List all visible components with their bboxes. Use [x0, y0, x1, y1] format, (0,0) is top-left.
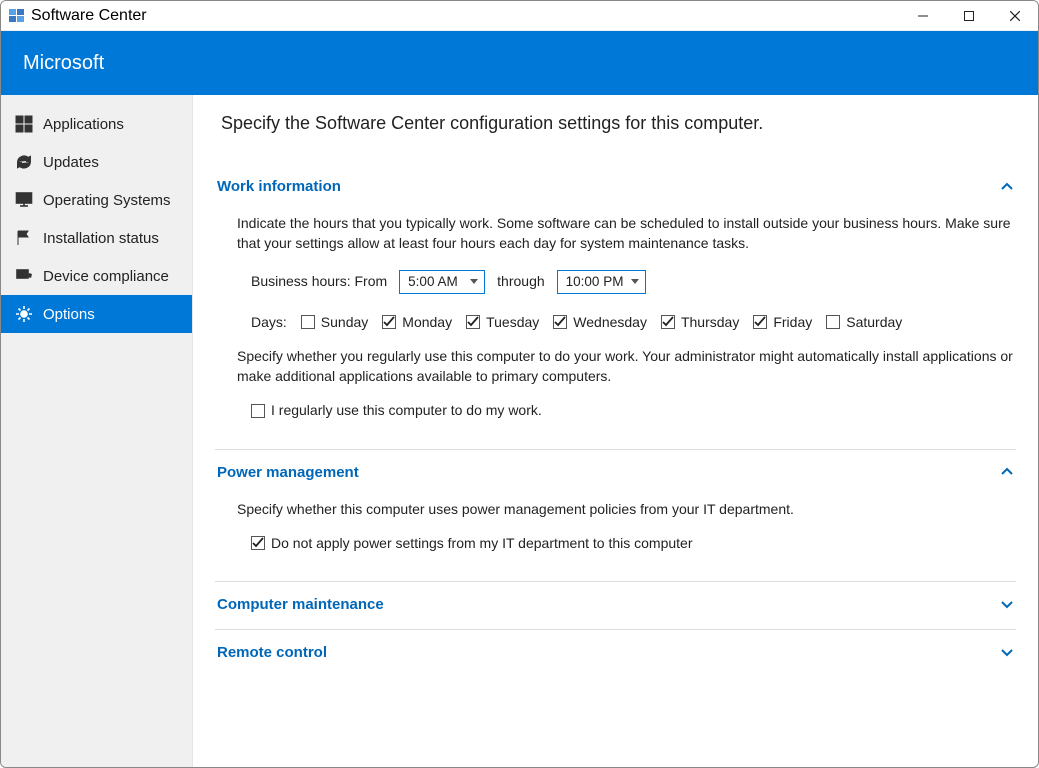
checkbox-box: [753, 315, 767, 329]
day-label: Saturday: [846, 312, 902, 332]
flag-icon: [15, 229, 33, 247]
brand-band: Microsoft: [1, 31, 1038, 95]
section-body: Indicate the hours that you typically wo…: [215, 199, 1016, 423]
sidebar-item-device-compliance[interactable]: Device compliance: [1, 257, 192, 295]
sidebar-item-installation-status[interactable]: Installation status: [1, 219, 192, 257]
section-work-information: Work information Indicate the hours that…: [215, 164, 1016, 449]
section-title: Work information: [217, 178, 341, 195]
day-checkbox-sunday[interactable]: Sunday: [301, 312, 368, 332]
section-power-management: Power management Specify whether this co…: [215, 449, 1016, 581]
to-value: 10:00 PM: [566, 272, 624, 292]
primary-intro-text: Specify whether you regularly use this c…: [237, 346, 1016, 387]
section-computer-maintenance: Computer maintenance: [215, 581, 1016, 629]
sidebar-item-options[interactable]: Options: [1, 295, 192, 333]
sidebar-item-label: Updates: [43, 154, 99, 171]
section-title: Remote control: [217, 644, 327, 661]
days-row: Days: Sunday Monday Tuesday Wednesday Thursd…: [251, 312, 1016, 332]
checkbox-box: [301, 315, 315, 329]
section-title: Power management: [217, 464, 359, 481]
refresh-icon: [15, 153, 33, 171]
day-label: Sunday: [321, 312, 368, 332]
app-logo-icon: [9, 8, 25, 24]
checkbox-label: Do not apply power settings from my IT d…: [271, 533, 692, 553]
sidebar-item-label: Operating Systems: [43, 192, 171, 209]
chevron-up-icon: [1000, 465, 1014, 479]
checkbox-box: [382, 315, 396, 329]
body: Applications Updates Operating Systems I…: [1, 95, 1038, 767]
org-name: Microsoft: [23, 52, 104, 75]
checkbox-box: [466, 315, 480, 329]
day-checkbox-friday[interactable]: Friday: [753, 312, 812, 332]
chevron-down-icon: [1000, 597, 1014, 611]
sidebar-item-label: Applications: [43, 116, 124, 133]
day-checkbox-saturday[interactable]: Saturday: [826, 312, 902, 332]
business-hours-label: Business hours: From: [251, 271, 387, 291]
apps-icon: [15, 115, 33, 133]
sidebar-item-operating-systems[interactable]: Operating Systems: [1, 181, 192, 219]
chevron-up-icon: [1000, 180, 1014, 194]
day-checkbox-thursday[interactable]: Thursday: [661, 312, 739, 332]
power-settings-checkbox[interactable]: Do not apply power settings from my IT d…: [251, 533, 692, 553]
sidebar-item-label: Installation status: [43, 230, 159, 247]
day-label: Wednesday: [573, 312, 647, 332]
work-intro-text: Indicate the hours that you typically wo…: [237, 213, 1016, 254]
checkbox-box: [826, 315, 840, 329]
window: Software Center Microsoft Applicatio: [0, 0, 1039, 768]
section-body: Specify whether this computer uses power…: [215, 485, 1016, 555]
day-checkbox-monday[interactable]: Monday: [382, 312, 452, 332]
sidebar-item-label: Device compliance: [43, 268, 169, 285]
page-heading: Specify the Software Center configuratio…: [221, 113, 1016, 134]
sidebar: Applications Updates Operating Systems I…: [1, 95, 193, 767]
sidebar-item-applications[interactable]: Applications: [1, 105, 192, 143]
section-title: Computer maintenance: [217, 596, 384, 613]
checkbox-box: [553, 315, 567, 329]
day-label: Monday: [402, 312, 452, 332]
day-checkbox-wednesday[interactable]: Wednesday: [553, 312, 647, 332]
section-header-computer-maintenance[interactable]: Computer maintenance: [215, 592, 1016, 617]
caret-down-icon: [631, 279, 639, 284]
business-hours-row: Business hours: From 5:00 AM through 10:…: [251, 270, 1016, 294]
section-remote-control: Remote control: [215, 629, 1016, 677]
power-intro-text: Specify whether this computer uses power…: [237, 499, 1016, 519]
day-checkbox-tuesday[interactable]: Tuesday: [466, 312, 539, 332]
checkbox-box: [251, 404, 265, 418]
sidebar-item-updates[interactable]: Updates: [1, 143, 192, 181]
checkbox-label: I regularly use this computer to do my w…: [271, 400, 542, 420]
gear-icon: [15, 305, 33, 323]
titlebar: Software Center: [1, 1, 1038, 31]
maximize-button[interactable]: [946, 1, 992, 31]
through-label: through: [497, 271, 544, 291]
caret-down-icon: [470, 279, 478, 284]
minimize-button[interactable]: [900, 1, 946, 31]
sidebar-item-label: Options: [43, 306, 95, 323]
business-hours-from-select[interactable]: 5:00 AM: [399, 270, 485, 294]
close-button[interactable]: [992, 1, 1038, 31]
chevron-down-icon: [1000, 645, 1014, 659]
checkbox-box: [661, 315, 675, 329]
day-label: Thursday: [681, 312, 739, 332]
section-header-power-management[interactable]: Power management: [215, 460, 1016, 485]
day-label: Tuesday: [486, 312, 539, 332]
window-title: Software Center: [31, 7, 147, 25]
section-header-work-information[interactable]: Work information: [215, 174, 1016, 199]
shield-check-icon: [15, 267, 33, 285]
content: Specify the Software Center configuratio…: [193, 95, 1038, 767]
checkbox-box: [251, 536, 265, 550]
monitor-icon: [15, 191, 33, 209]
primary-computer-checkbox[interactable]: I regularly use this computer to do my w…: [251, 400, 542, 420]
window-controls: [900, 1, 1038, 31]
day-label: Friday: [773, 312, 812, 332]
business-hours-to-select[interactable]: 10:00 PM: [557, 270, 647, 294]
section-header-remote-control[interactable]: Remote control: [215, 640, 1016, 665]
days-label: Days:: [251, 312, 287, 332]
from-value: 5:00 AM: [408, 272, 458, 292]
